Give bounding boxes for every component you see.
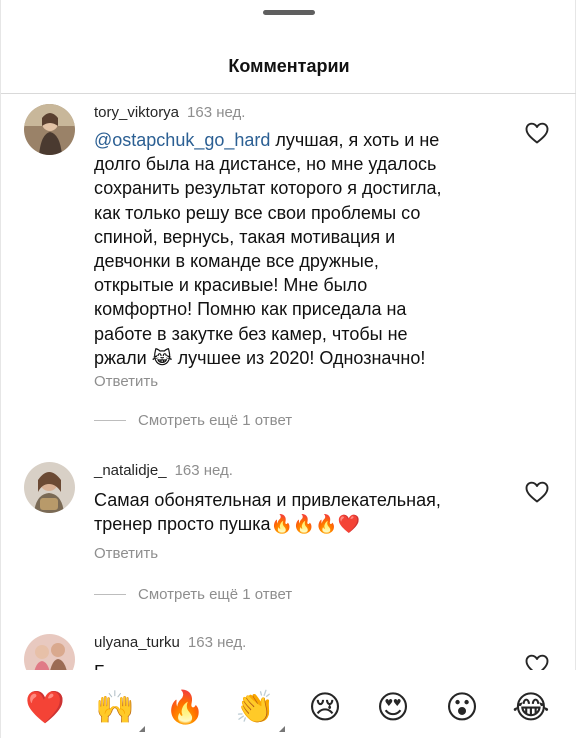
username[interactable]: ulyana_turku	[94, 634, 180, 651]
view-more-replies-button[interactable]: Смотреть ещё 1 ответ	[94, 412, 292, 429]
tears-of-joy-emoji-button[interactable]: 😂	[511, 687, 551, 727]
surprised-face-emoji-button[interactable]: 😮	[442, 687, 482, 727]
mention-link[interactable]: @ostapchuk_go_hard	[94, 130, 270, 150]
view-more-replies-button[interactable]: Смотреть ещё 1 ответ	[94, 586, 292, 603]
comment-line: лучшая, я хоть и не	[270, 130, 440, 150]
divider	[94, 420, 126, 421]
username[interactable]: tory_viktorya	[94, 104, 179, 121]
view-more-replies-label: Смотреть ещё 1 ответ	[138, 412, 293, 429]
comment-line: ржали 😹 лучшее из 2020! Однозначно!	[94, 347, 426, 368]
comment-text: Самая обонятельная и привлекательная, тр…	[94, 488, 514, 536]
reply-button[interactable]: Ответить	[94, 373, 158, 390]
timestamp: 163 нед.	[187, 104, 246, 121]
view-more-replies-label: Смотреть ещё 1 ответ	[138, 586, 293, 603]
comment-line: сохранить результат которого я достигла,	[94, 178, 442, 199]
heart-eyes-emoji-button[interactable]: 😍	[373, 687, 413, 727]
emoji-reaction-bar: ❤️ 🙌 🔥 👏 😢 😍 😮 😂	[1, 670, 576, 738]
comment-meta: _natalidje_ 163 нед.	[94, 462, 233, 479]
reply-button[interactable]: Ответить	[94, 545, 158, 562]
crying-face-emoji-button[interactable]: 😢	[305, 687, 345, 727]
timestamp: 163 нед.	[174, 462, 233, 479]
comment-line: как только решу все свои проблемы со	[94, 202, 421, 223]
red-heart-emoji-button[interactable]: ❤️	[25, 687, 65, 727]
comment-line: долго была на дистансе, но мне удалось	[94, 154, 437, 175]
comment-meta: ulyana_turku 163 нед.	[94, 634, 246, 651]
timestamp: 163 нед.	[187, 634, 247, 651]
divider	[1, 93, 576, 94]
fire-emoji-button[interactable]: 🔥	[165, 687, 205, 727]
comment-line: девчонки в команде все дружные,	[94, 251, 379, 272]
comment-line: Самая обонятельная и привлекательная,	[94, 490, 441, 510]
page-title: Комментарии	[228, 56, 350, 76]
divider	[94, 594, 126, 595]
avatar-image	[24, 104, 75, 155]
comments-sheet: Комментарии tory_viktorya 163 нед. @ostap…	[0, 0, 576, 738]
comment-line: комфортно! Помню как приседала на	[94, 299, 407, 320]
avatar[interactable]	[24, 104, 75, 155]
comment-line: работе в закутке без камер, чтобы не	[94, 323, 408, 344]
avatar-image	[24, 462, 75, 513]
comment-text: @ostapchuk_go_hard лучшая, я хоть и не д…	[94, 128, 514, 370]
raised-hands-emoji-button[interactable]: 🙌	[95, 687, 135, 727]
comment-meta: tory_viktorya 163 нед.	[94, 104, 245, 121]
like-heart-icon[interactable]	[525, 122, 549, 144]
like-heart-icon[interactable]	[525, 481, 549, 503]
skin-tone-variant-icon	[139, 726, 145, 732]
username[interactable]: _natalidje_	[94, 462, 167, 479]
comment-line: спиной, вернусь, такая мотивация и	[94, 226, 396, 247]
comment-line: тренер просто пушка🔥🔥🔥❤️	[94, 514, 361, 535]
clapping-hands-emoji-button[interactable]: 👏	[235, 687, 275, 727]
avatar[interactable]	[24, 462, 75, 513]
drag-handle[interactable]	[263, 10, 315, 15]
comment-line: открытые и красивые! Мне было	[94, 275, 368, 296]
skin-tone-variant-icon	[279, 726, 285, 732]
